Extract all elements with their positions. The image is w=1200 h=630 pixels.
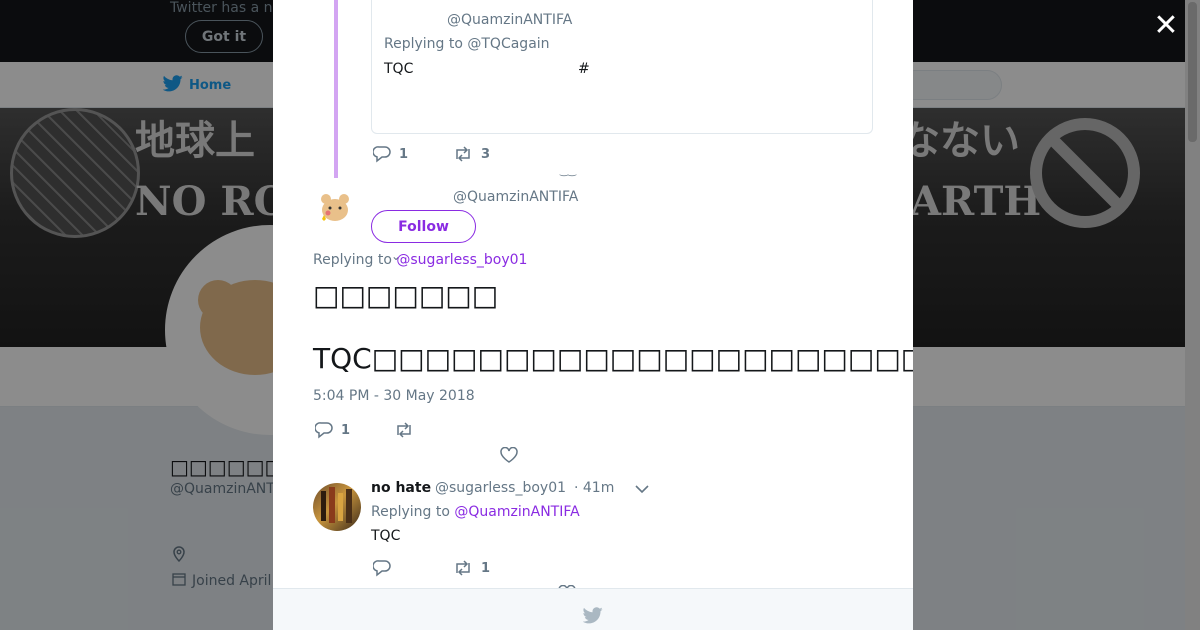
- reply-retweet-action[interactable]: 1: [453, 560, 490, 576]
- reply-icon: [315, 422, 333, 439]
- main-tweet-handle[interactable]: @QuamzinANTIFA: [453, 189, 578, 205]
- quoted-reply-count: 1: [399, 147, 409, 162]
- chevron-down-icon[interactable]: [635, 482, 649, 498]
- quoted-retweet-count: 3: [481, 146, 491, 162]
- main-tweet-timestamp[interactable]: 5:04 PM - 30 May 2018: [313, 388, 475, 404]
- main-tweet-text-line1: □□□□□□□: [313, 279, 499, 312]
- close-icon[interactable]: ✕: [1152, 11, 1180, 41]
- modal-footer: [273, 588, 913, 630]
- collapse-mark-icon: ‿‿: [560, 166, 577, 177]
- quoted-tweet-handle[interactable]: @QuamzinANTIFA: [447, 12, 572, 28]
- reply-tweet-time[interactable]: · 41m: [574, 480, 614, 496]
- tweet-permalink-modal: @QuamzinANTIFA Replying to @TQCagain TQC…: [273, 0, 913, 630]
- main-like-action[interactable]: [500, 447, 526, 463]
- quoted-retweet-action[interactable]: 3: [453, 146, 490, 162]
- reply-icon: [373, 146, 391, 163]
- quoted-tweet-replying-to: Replying to @TQCagain: [384, 36, 550, 52]
- replying-prefix: Replying to: [313, 252, 397, 268]
- main-tweet-replying-to: Replying to @sugarless_boy01: [313, 252, 527, 268]
- reply-tweet-text: TQC: [371, 528, 401, 544]
- main-retweet-action[interactable]: [394, 422, 422, 438]
- quoted-reply-action[interactable]: 1: [373, 146, 408, 163]
- reply-retweet-count: 1: [481, 560, 491, 576]
- main-reply-action[interactable]: 1: [315, 422, 350, 439]
- reply-tweet-handle[interactable]: @sugarless_boy01: [435, 480, 566, 496]
- replying-user-link[interactable]: @sugarless_boy01: [396, 252, 527, 268]
- reply-tweet-name[interactable]: no hate: [371, 480, 431, 496]
- quoted-tweet-hash[interactable]: #: [578, 61, 590, 77]
- reply-tweet-replying-to: Replying to @QuamzinANTIFA: [371, 504, 580, 520]
- replying-user-link[interactable]: @QuamzinANTIFA: [454, 504, 579, 520]
- retweet-icon: [453, 146, 473, 162]
- main-tweet-avatar[interactable]: [315, 189, 355, 229]
- replying-prefix: Replying to: [371, 504, 455, 520]
- main-tweet-text-line2: TQC□□□□□□□□□□□□□□□□□□□□□□□□□□□□□□□□□□□: [313, 342, 913, 375]
- main-reply-count: 1: [341, 423, 351, 438]
- thread-connector-line: [334, 0, 338, 178]
- follow-button[interactable]: Follow: [371, 210, 476, 243]
- retweet-icon: [453, 560, 473, 576]
- heart-icon: [500, 447, 518, 463]
- reply-icon: [373, 560, 391, 577]
- reply-tweet-avatar[interactable]: [313, 483, 361, 531]
- retweet-icon: [394, 422, 414, 438]
- reply-reply-action[interactable]: [373, 560, 399, 577]
- twitter-bird-icon: [582, 607, 603, 628]
- quoted-tweet-text: TQC: [384, 61, 414, 77]
